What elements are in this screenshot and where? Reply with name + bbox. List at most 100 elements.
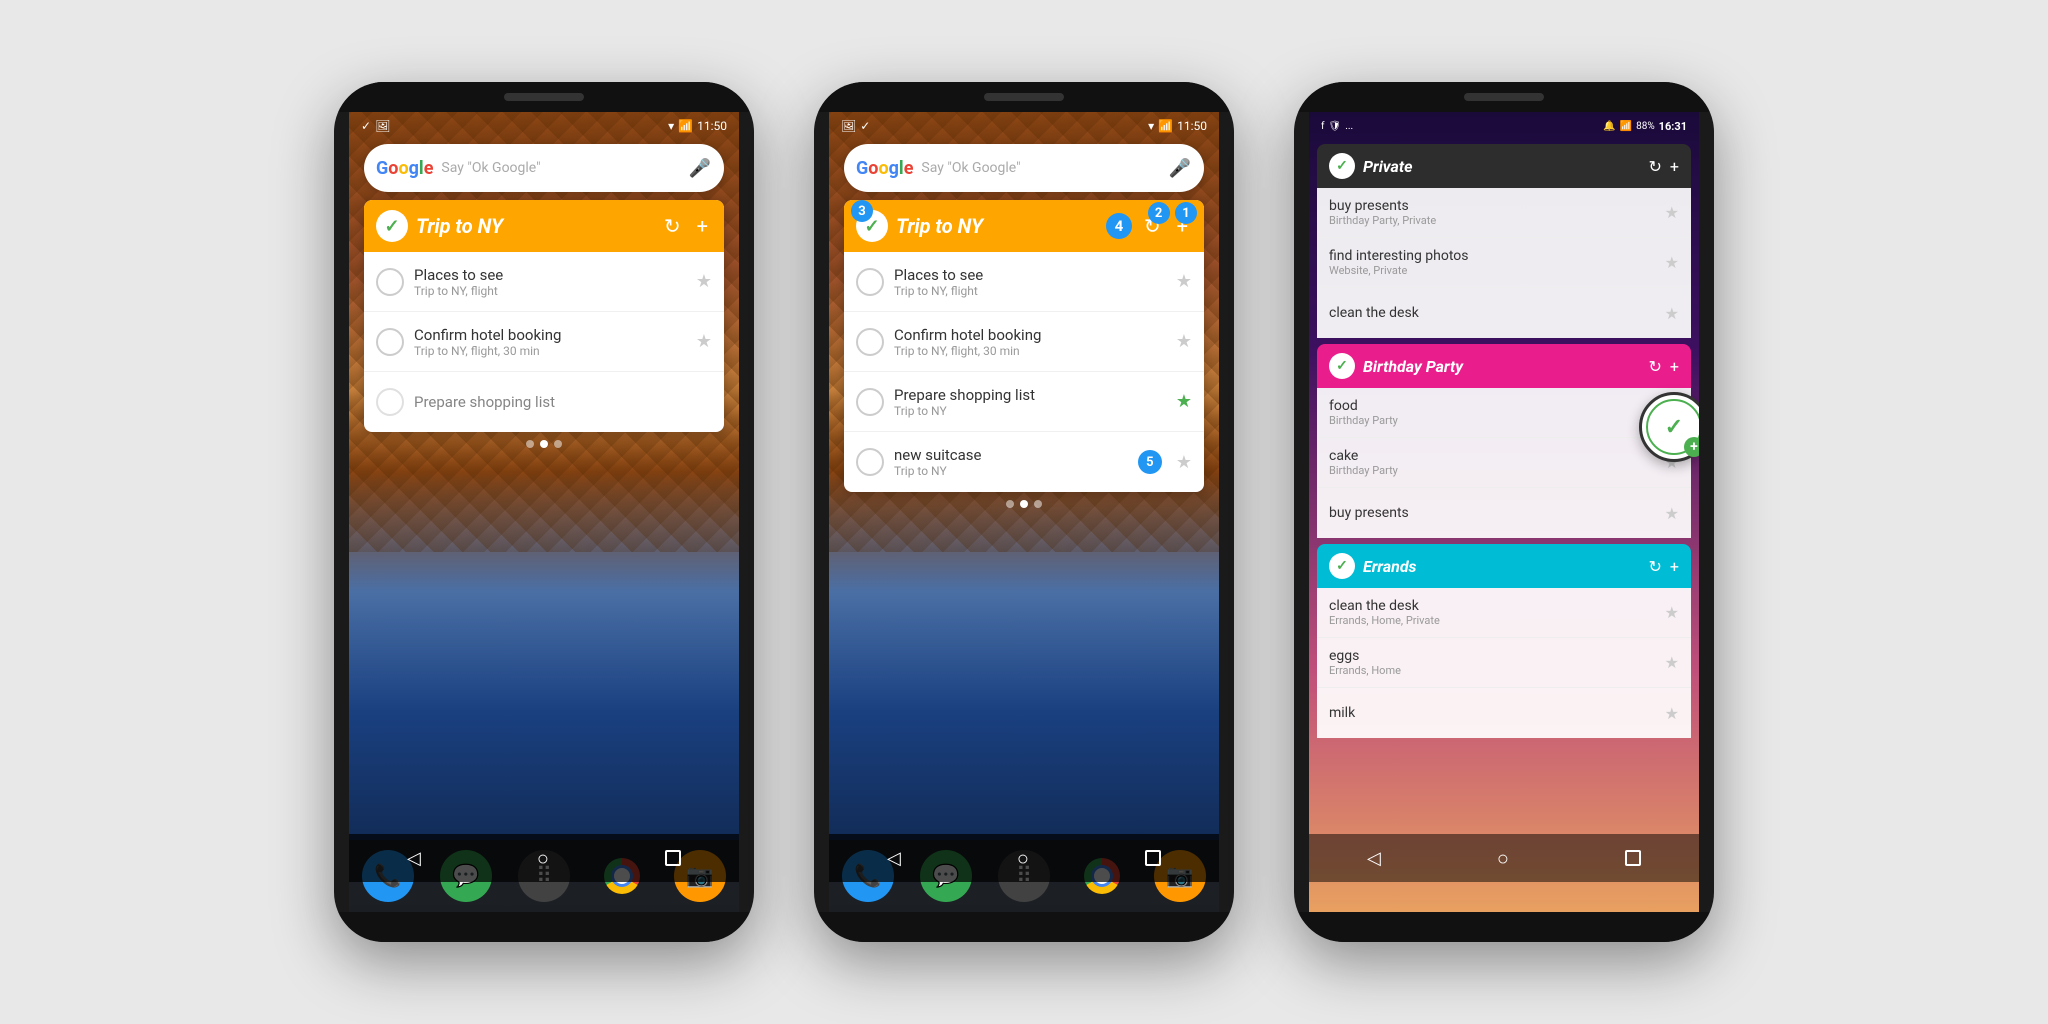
- birthday-refresh[interactable]: ↻: [1649, 357, 1662, 376]
- private-item-tags-1: Birthday Party, Private: [1329, 214, 1665, 227]
- page-dots-2: [829, 500, 1219, 508]
- errands-item-tags-1: Errands, Home, Private: [1329, 614, 1665, 627]
- birthday-check[interactable]: ✓: [1329, 353, 1355, 379]
- time-3: 16:31: [1659, 120, 1687, 133]
- back-button-1[interactable]: ◁: [407, 848, 421, 869]
- errands-item-3[interactable]: milk ★: [1317, 688, 1691, 738]
- recents-button-1[interactable]: [665, 850, 681, 866]
- private-item-1[interactable]: buy presents Birthday Party, Private ★: [1317, 188, 1691, 238]
- phone-3-screen: f 🛡 ... 🔔 📶 88% 16:31 ✓ Private ↻ +: [1309, 112, 1699, 912]
- widget-item-2-1: Places to see Trip to NY, flight ★: [844, 252, 1204, 312]
- microphone-icon-1[interactable]: 🎤: [688, 156, 712, 180]
- private-check[interactable]: ✓: [1329, 153, 1355, 179]
- birthday-item-name-3: buy presents: [1329, 505, 1665, 521]
- star-2-3[interactable]: ★: [1176, 391, 1192, 412]
- status-bar-3: f 🛡 ... 🔔 📶 88% 16:31: [1309, 112, 1699, 140]
- microphone-icon-2[interactable]: 🎤: [1168, 156, 1192, 180]
- private-item-3[interactable]: clean the desk ★: [1317, 288, 1691, 338]
- checkbox-1-2[interactable]: [376, 328, 404, 356]
- recents-button-3[interactable]: [1625, 850, 1641, 866]
- item-sub-2-4: Trip to NY: [894, 464, 1128, 478]
- widget-check-1[interactable]: [376, 210, 408, 242]
- errands-add[interactable]: +: [1670, 557, 1679, 576]
- errands-title: Errands: [1363, 557, 1641, 576]
- star-1-1[interactable]: ★: [696, 271, 712, 292]
- errands-item-name-2: eggs: [1329, 648, 1665, 664]
- phone-3-bottom: [1294, 912, 1714, 942]
- status-bar-2: 🖼 ✓ ▾ 📶 11:50: [829, 112, 1219, 140]
- private-item-2[interactable]: find interesting photos Website, Private…: [1317, 238, 1691, 288]
- dot-2: [540, 440, 548, 448]
- birthday-star-3[interactable]: ★: [1665, 504, 1679, 523]
- errands-item-2[interactable]: eggs Errands, Home ★: [1317, 638, 1691, 688]
- status-right-2: ▾ 📶 11:50: [1148, 119, 1207, 133]
- item-text-1-1: Places to see Trip to NY, flight: [414, 266, 686, 298]
- private-star-1[interactable]: ★: [1665, 203, 1679, 222]
- google-logo-1: Google: [376, 158, 433, 179]
- checkbox-2-3[interactable]: [856, 388, 884, 416]
- errands-star-2[interactable]: ★: [1665, 653, 1679, 672]
- errands-header[interactable]: ✓ Errands ↻ +: [1317, 544, 1691, 588]
- phone-2-speaker: [984, 93, 1064, 101]
- recents-button-2[interactable]: [1145, 850, 1161, 866]
- google-say-2: Say "Ok Google": [921, 160, 1168, 176]
- item-sub-1-2: Trip to NY, flight, 30 min: [414, 344, 686, 358]
- birthday-add[interactable]: +: [1670, 357, 1679, 376]
- widget-title-2: Trip to NY: [896, 214, 1098, 238]
- checkbox-2-1[interactable]: [856, 268, 884, 296]
- errands-star-1[interactable]: ★: [1665, 603, 1679, 622]
- google-search-bar-1[interactable]: Google Say "Ok Google" 🎤: [364, 144, 724, 192]
- widget-add-1[interactable]: +: [693, 210, 712, 242]
- birthday-item-1[interactable]: food Birthday Party ★: [1317, 388, 1691, 438]
- item-title-1-2: Confirm hotel booking: [414, 326, 686, 344]
- private-item-name-3: clean the desk: [1329, 305, 1665, 321]
- google-logo-2: Google: [856, 158, 913, 179]
- checkbox-2-2[interactable]: [856, 328, 884, 356]
- private-header[interactable]: ✓ Private ↻ +: [1317, 144, 1691, 188]
- badge-1: 1: [1175, 202, 1197, 224]
- checkbox-1-1[interactable]: [376, 268, 404, 296]
- check-icon: ✓: [361, 119, 371, 133]
- errands-item-1[interactable]: clean the desk Errands, Home, Private ★: [1317, 588, 1691, 638]
- check-icon-2: ✓: [860, 119, 870, 133]
- star-1-2[interactable]: ★: [696, 331, 712, 352]
- home-button-3[interactable]: ○: [1497, 846, 1509, 871]
- widget-item-1-3: Prepare shopping list: [364, 372, 724, 432]
- private-add[interactable]: +: [1670, 157, 1679, 176]
- private-refresh[interactable]: ↻: [1649, 157, 1662, 176]
- signal-icon: 📶: [678, 119, 693, 133]
- birthday-item-3[interactable]: buy presents ★: [1317, 488, 1691, 538]
- birthday-item-2[interactable]: cake Birthday Party ★: [1317, 438, 1691, 488]
- home-button-1[interactable]: ○: [537, 846, 549, 871]
- widget-refresh-1[interactable]: ↻: [660, 210, 685, 242]
- star-2-4[interactable]: ★: [1176, 452, 1192, 473]
- item-sub-1-1: Trip to NY, flight: [414, 284, 686, 298]
- phone-1: ✓ 🖼 ▾ 📶 11:50 Google Say "Ok Google" 🎤 T…: [334, 82, 754, 942]
- private-item-name-1: buy presents: [1329, 198, 1665, 214]
- widget-header-1: Trip to NY ↻ +: [364, 200, 724, 252]
- item-text-1-3: Prepare shopping list: [414, 393, 712, 411]
- phone-3-top-bar: [1294, 82, 1714, 112]
- phone-1-top-bar: [334, 82, 754, 112]
- google-search-bar-2[interactable]: Google Say "Ok Google" 🎤: [844, 144, 1204, 192]
- widget-header-2: 3 Trip to NY 4 ↻ 2 + 1: [844, 200, 1204, 252]
- errands-star-3[interactable]: ★: [1665, 704, 1679, 723]
- checkbox-1-3[interactable]: [376, 388, 404, 416]
- home-button-2[interactable]: ○: [1017, 846, 1029, 871]
- dot-3: [554, 440, 562, 448]
- item-sub-2-2: Trip to NY, flight, 30 min: [894, 344, 1166, 358]
- back-button-2[interactable]: ◁: [887, 848, 901, 869]
- item-text-2-2: Confirm hotel booking Trip to NY, flight…: [894, 326, 1166, 358]
- private-star-3[interactable]: ★: [1665, 304, 1679, 323]
- private-star-2[interactable]: ★: [1665, 253, 1679, 272]
- back-button-3[interactable]: ◁: [1367, 848, 1381, 869]
- star-2-1[interactable]: ★: [1176, 271, 1192, 292]
- checkbox-2-4[interactable]: [856, 448, 884, 476]
- errands-refresh[interactable]: ↻: [1649, 557, 1662, 576]
- star-2-2[interactable]: ★: [1176, 331, 1192, 352]
- page-dots-1: [349, 440, 739, 448]
- birthday-header[interactable]: ✓ Birthday Party ↻ +: [1317, 344, 1691, 388]
- errands-check[interactable]: ✓: [1329, 553, 1355, 579]
- status-left-3: f 🛡 ...: [1321, 121, 1353, 132]
- item-sub-2-1: Trip to NY, flight: [894, 284, 1166, 298]
